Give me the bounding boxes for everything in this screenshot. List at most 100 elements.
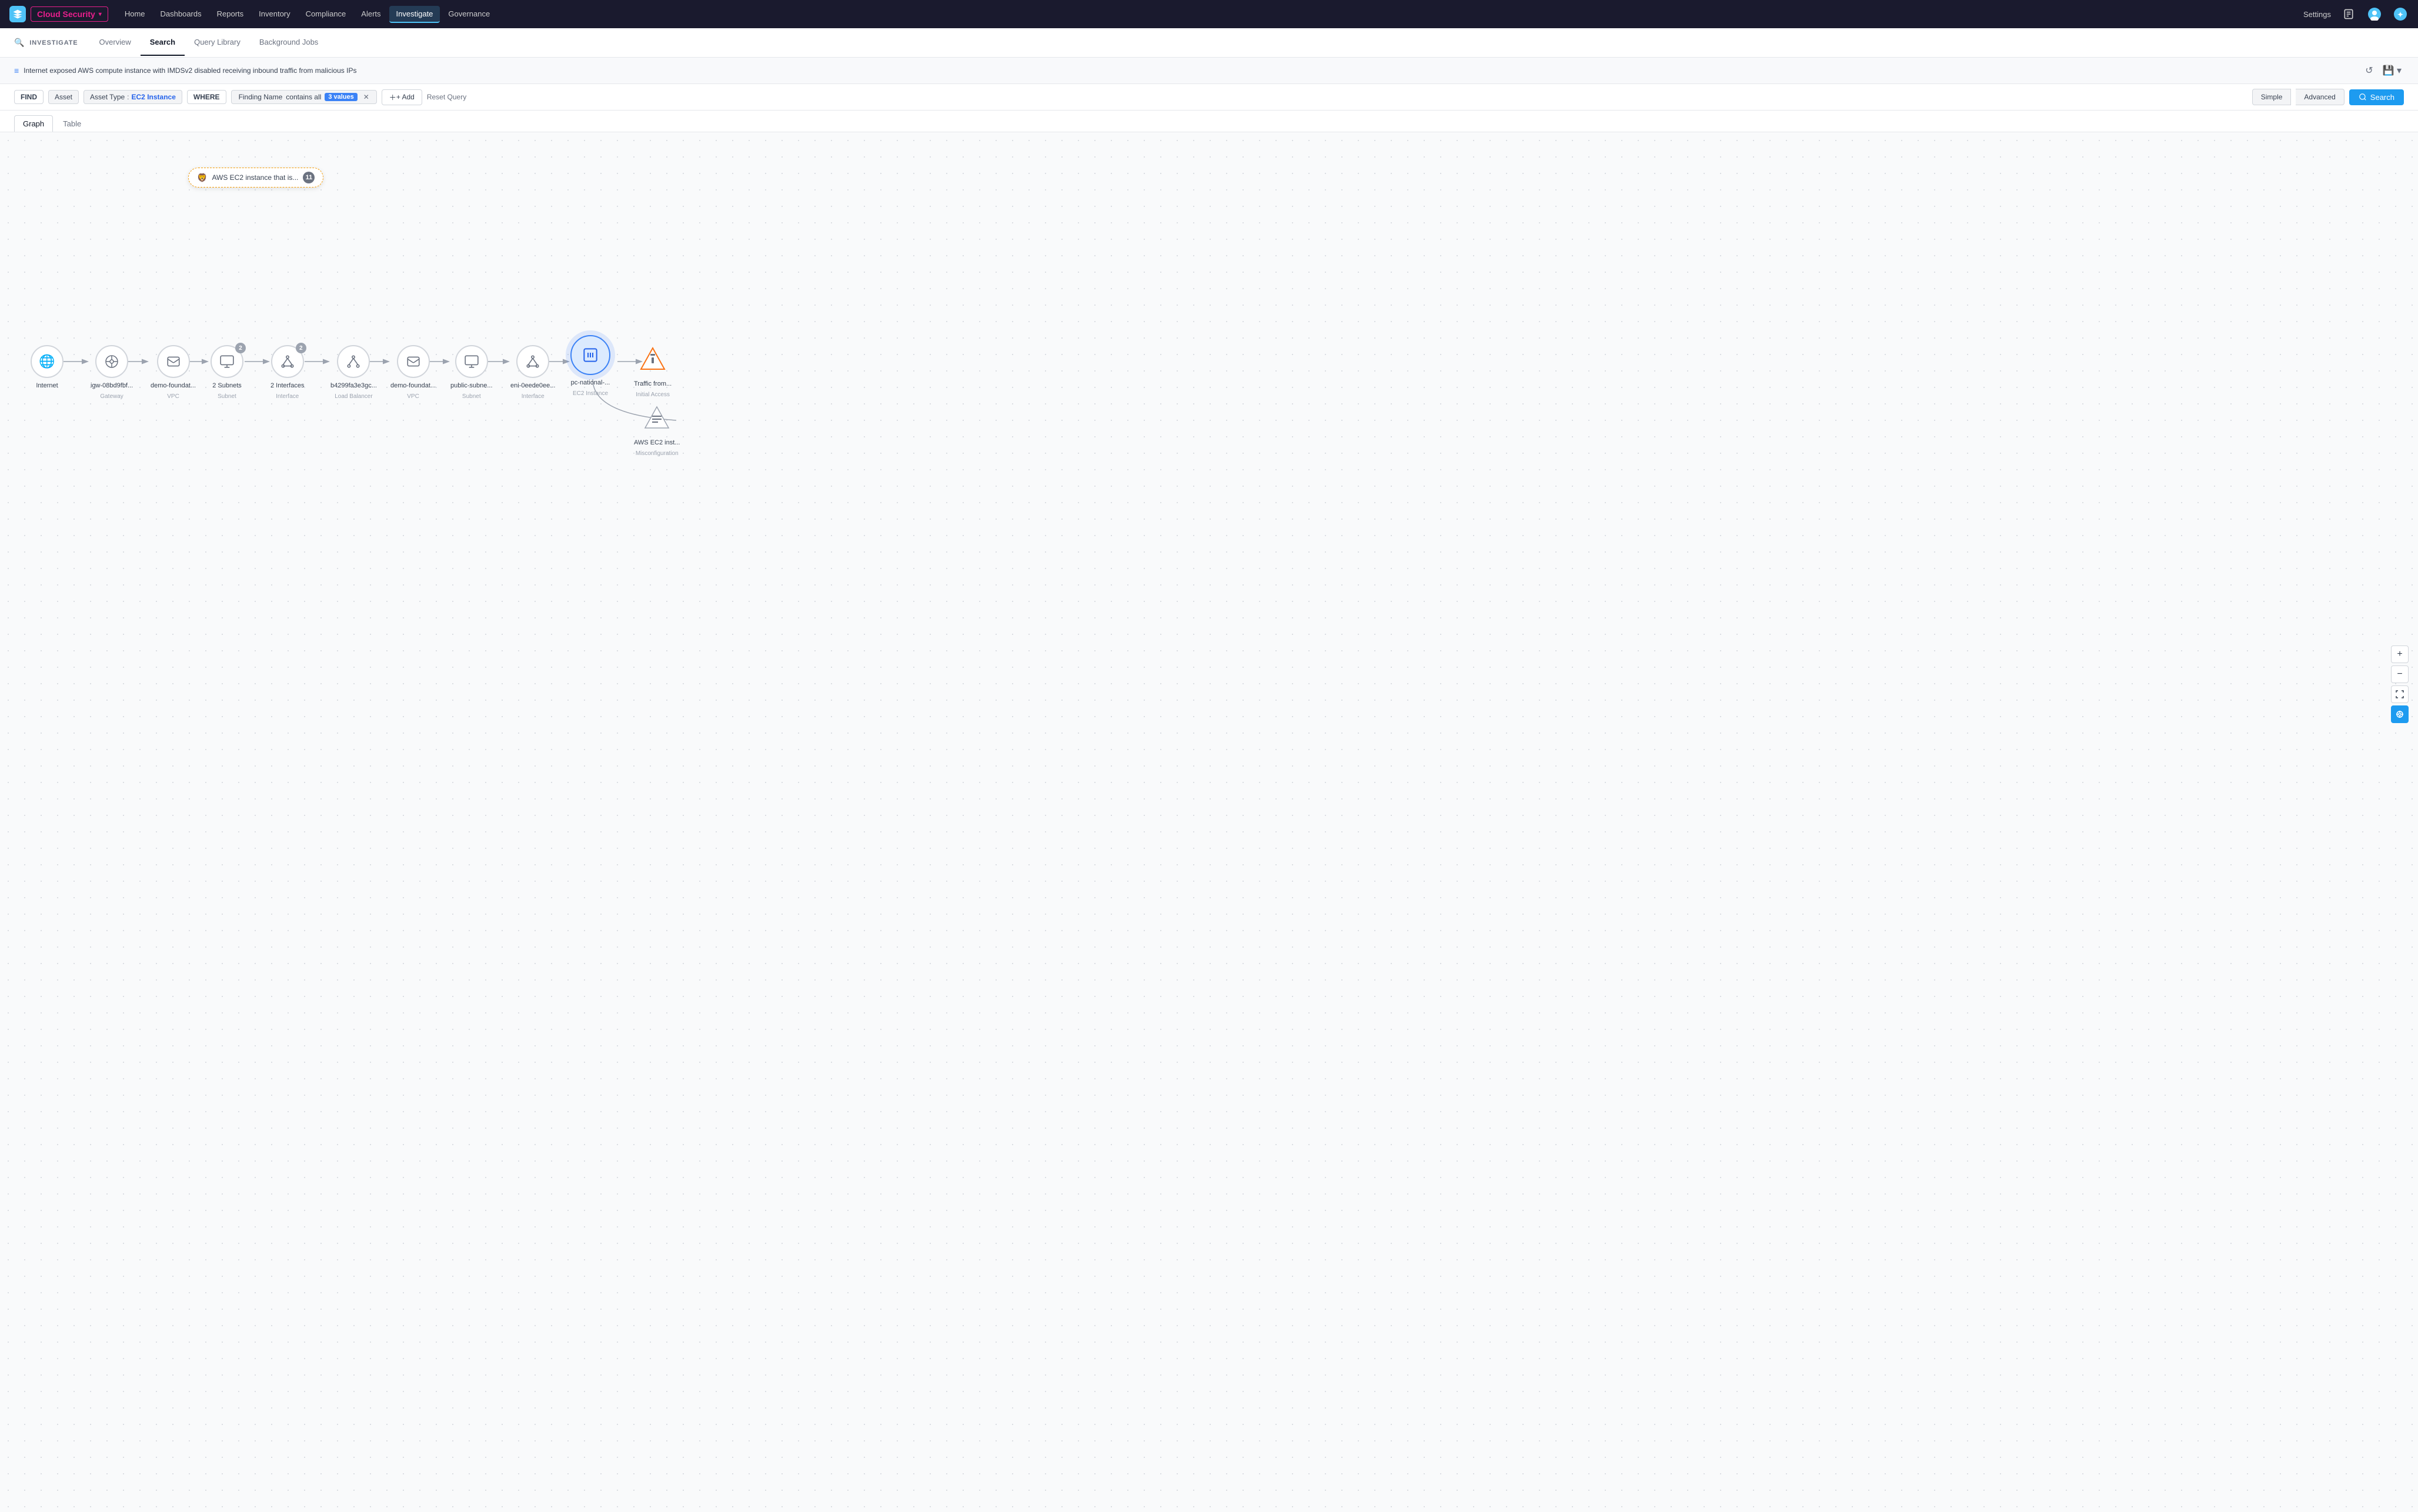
internet-node-label: Internet xyxy=(36,382,58,390)
tab-query-library[interactable]: Query Library xyxy=(185,29,250,56)
target-icon xyxy=(2396,710,2404,718)
product-chevron-icon: ▾ xyxy=(99,11,102,18)
vpc1-node-label: demo-foundat... xyxy=(151,382,196,390)
node-interfaces[interactable]: 2 2 Interfaces Interface xyxy=(270,345,304,400)
asset-type-label: Asset Type xyxy=(90,93,125,101)
nav-compliance[interactable]: Compliance xyxy=(299,6,353,23)
investigate-header: 🔍 INVESTIGATE Overview Search Query Libr… xyxy=(0,28,2418,58)
settings-link[interactable]: Settings xyxy=(2303,10,2331,19)
node-subnet2[interactable]: public-subne... Subnet xyxy=(450,345,493,400)
nav-reports[interactable]: Reports xyxy=(210,6,251,23)
tab-background-jobs[interactable]: Background Jobs xyxy=(250,29,328,56)
app-logo[interactable] xyxy=(9,6,26,22)
search-button[interactable]: Search xyxy=(2349,89,2404,105)
zoom-in-button[interactable]: + xyxy=(2391,645,2409,663)
top-navigation: Cloud Security ▾ Home Dashboards Reports… xyxy=(0,0,2418,28)
nav-dashboards[interactable]: Dashboards xyxy=(153,6,209,23)
vpc2-node-label: demo-foundat... xyxy=(390,382,436,390)
reset-query-button[interactable]: Reset Query xyxy=(427,93,466,101)
tab-table[interactable]: Table xyxy=(54,115,90,132)
internet-node-circle: 🌐 xyxy=(31,345,64,378)
interfaces-node-sublabel: Interface xyxy=(276,393,299,400)
add-condition-button[interactable]: ＋ + Add xyxy=(382,89,422,105)
zoom-controls: + − xyxy=(2391,645,2409,723)
search-icon xyxy=(2359,93,2367,101)
vpc1-node-sublabel: VPC xyxy=(167,393,179,400)
main-content: 🔍 INVESTIGATE Overview Search Query Libr… xyxy=(0,28,2418,1512)
node-igw[interactable]: igw-08bd9fbf... Gateway xyxy=(91,345,133,400)
target-button[interactable] xyxy=(2391,705,2409,723)
interfaces-badge: 2 xyxy=(296,343,306,353)
subnets-badge: 2 xyxy=(235,343,246,353)
bubble-count: 11 xyxy=(303,172,315,183)
nav-inventory[interactable]: Inventory xyxy=(252,6,297,23)
nav-governance[interactable]: Governance xyxy=(441,6,497,23)
finding-node-sublabel: Initial Access xyxy=(636,392,670,398)
subnet2-node-label: public-subne... xyxy=(450,382,493,390)
interfaces-node-label: 2 Interfaces xyxy=(270,382,304,390)
simple-button[interactable]: Simple xyxy=(2252,89,2292,105)
add-label: + Add xyxy=(396,93,415,101)
nav-alerts[interactable]: Alerts xyxy=(354,6,388,23)
misc-node-label: AWS EC2 inst... xyxy=(634,439,680,447)
query-bar: FIND Asset Asset Type : EC2 Instance WHE… xyxy=(0,84,2418,111)
node-eni[interactable]: eni-0eede0ee... Interface xyxy=(510,345,555,400)
node-internet[interactable]: 🌐 Internet xyxy=(31,345,64,390)
node-ec2[interactable]: pc-national-... EC2 Instance xyxy=(570,335,610,397)
lb-node-sublabel: Load Balancer xyxy=(335,393,373,400)
node-vpc1[interactable]: demo-foundat... VPC xyxy=(151,345,196,400)
node-lb[interactable]: b4299fa3e3gc... Load Balancer xyxy=(330,345,377,400)
misc-node-shape xyxy=(640,400,673,435)
misc-node-sublabel: Misconfiguration xyxy=(636,450,679,457)
igw-node-sublabel: Gateway xyxy=(100,393,123,400)
graph-canvas[interactable]: 🦁 AWS EC2 instance that is... 11 🌐 Inter… xyxy=(0,132,2418,1512)
tab-search[interactable]: Search xyxy=(141,29,185,56)
zoom-out-button[interactable]: − xyxy=(2391,665,2409,683)
add-icon: ＋ xyxy=(389,92,396,102)
help-icon[interactable]: ✦ xyxy=(2392,6,2409,22)
graph-connections-svg xyxy=(0,132,2418,1512)
tab-overview[interactable]: Overview xyxy=(90,29,141,56)
subnets-node-label: 2 Subnets xyxy=(212,382,242,390)
save-button[interactable]: 💾 ▾ xyxy=(2380,63,2404,78)
where-tag: WHERE xyxy=(187,90,226,104)
ec2-node-sublabel: EC2 Instance xyxy=(573,390,608,397)
nav-home[interactable]: Home xyxy=(118,6,152,23)
undo-button[interactable]: ↺ xyxy=(2363,63,2375,78)
eni-node-circle xyxy=(516,345,549,378)
bubble-text: AWS EC2 instance that is... xyxy=(212,173,298,182)
svg-text:✦: ✦ xyxy=(2397,11,2403,19)
tooltip-bubble: 🦁 AWS EC2 instance that is... 11 xyxy=(188,168,323,188)
condition-field: Finding Name xyxy=(239,93,283,101)
subnet2-node-sublabel: Subnet xyxy=(462,393,481,400)
eni-node-label: eni-0eede0ee... xyxy=(510,382,555,390)
user-avatar[interactable] xyxy=(2366,6,2383,22)
docs-icon[interactable] xyxy=(2340,6,2357,22)
asset-type-tag[interactable]: Asset Type : EC2 Instance xyxy=(84,90,182,104)
asset-type-value: EC2 Instance xyxy=(132,93,176,101)
condition-tag[interactable]: Finding Name contains all 3 values ✕ xyxy=(231,90,377,104)
condition-close-icon[interactable]: ✕ xyxy=(363,93,369,101)
fit-screen-button[interactable] xyxy=(2391,685,2409,703)
investigate-title: INVESTIGATE xyxy=(29,39,78,46)
search-label: Search xyxy=(2370,93,2394,102)
description-bar: ≡ Internet exposed AWS compute instance … xyxy=(0,58,2418,84)
investigate-label-group: 🔍 INVESTIGATE xyxy=(14,38,78,48)
product-selector[interactable]: Cloud Security ▾ xyxy=(31,6,108,22)
tab-graph[interactable]: Graph xyxy=(14,115,53,132)
advanced-button[interactable]: Advanced xyxy=(2296,89,2344,105)
node-finding[interactable]: Traffic from... Initial Access xyxy=(634,341,672,398)
igw-node-circle xyxy=(95,345,128,378)
investigate-tabs: Overview Search Query Library Background… xyxy=(90,29,328,56)
eni-node-sublabel: Interface xyxy=(522,393,545,400)
nav-investigate[interactable]: Investigate xyxy=(389,6,440,23)
node-misconfiguration[interactable]: AWS EC2 inst... Misconfiguration xyxy=(634,400,680,457)
node-vpc2[interactable]: demo-foundat... VPC xyxy=(390,345,436,400)
node-subnets[interactable]: 2 2 Subnets Subnet xyxy=(211,345,243,400)
view-tabs: Graph Table xyxy=(0,111,2418,132)
subnet2-node-circle xyxy=(455,345,488,378)
description-left: ≡ Internet exposed AWS compute instance … xyxy=(14,66,356,75)
finding-node-shape xyxy=(636,341,669,376)
interfaces-node-circle: 2 xyxy=(271,345,304,378)
subnets-node-sublabel: Subnet xyxy=(218,393,236,400)
